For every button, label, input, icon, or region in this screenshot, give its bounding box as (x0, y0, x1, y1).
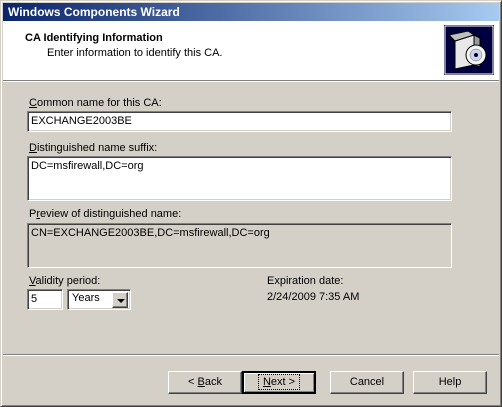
cancel-button[interactable]: Cancel (330, 371, 404, 394)
dn-suffix-value: DC=msfirewall,DC=org (31, 160, 144, 172)
next-button[interactable]: Next > (242, 371, 316, 394)
header-title: CA Identifying Information (25, 32, 163, 44)
common-name-label: Common name for this CA: (29, 97, 162, 109)
help-button[interactable]: Help (413, 371, 487, 394)
dn-preview-label: Preview of distinguished name: (29, 208, 182, 220)
common-name-input[interactable]: EXCHANGE2003BE (27, 111, 452, 132)
validity-unit-select[interactable]: Years (67, 289, 131, 310)
back-button[interactable]: < Back (168, 371, 242, 394)
title-bar[interactable]: Windows Components Wizard (3, 3, 499, 21)
dn-suffix-label: Distinguished name suffix: (29, 142, 158, 154)
validity-period-input[interactable]: 5 (27, 289, 63, 310)
expiration-date-value: 2/24/2009 7:35 AM (267, 291, 360, 303)
dn-suffix-input[interactable]: DC=msfirewall,DC=org (27, 156, 452, 201)
validity-period-value: 5 (31, 293, 38, 305)
wizard-window: Windows Components Wizard CA Identifying… (0, 0, 502, 407)
validity-unit-value: Years (72, 292, 100, 304)
common-name-value: EXCHANGE2003BE (31, 115, 132, 127)
wizard-header: CA Identifying Information Enter informa… (3, 21, 499, 80)
chevron-down-icon[interactable] (112, 292, 128, 308)
dn-preview-field: CN=EXCHANGE2003BE,DC=msfirewall,DC=org (27, 223, 452, 268)
validity-period-label: Validity period: (29, 275, 101, 287)
header-separator (3, 80, 499, 82)
setup-box-cd-icon (444, 25, 494, 75)
footer-separator (3, 354, 499, 356)
dn-preview-value: CN=EXCHANGE2003BE,DC=msfirewall,DC=org (31, 227, 270, 239)
header-subtitle: Enter information to identify this CA. (47, 47, 223, 59)
expiration-date-label: Expiration date: (267, 275, 344, 287)
window-title: Windows Components Wizard (8, 5, 180, 19)
